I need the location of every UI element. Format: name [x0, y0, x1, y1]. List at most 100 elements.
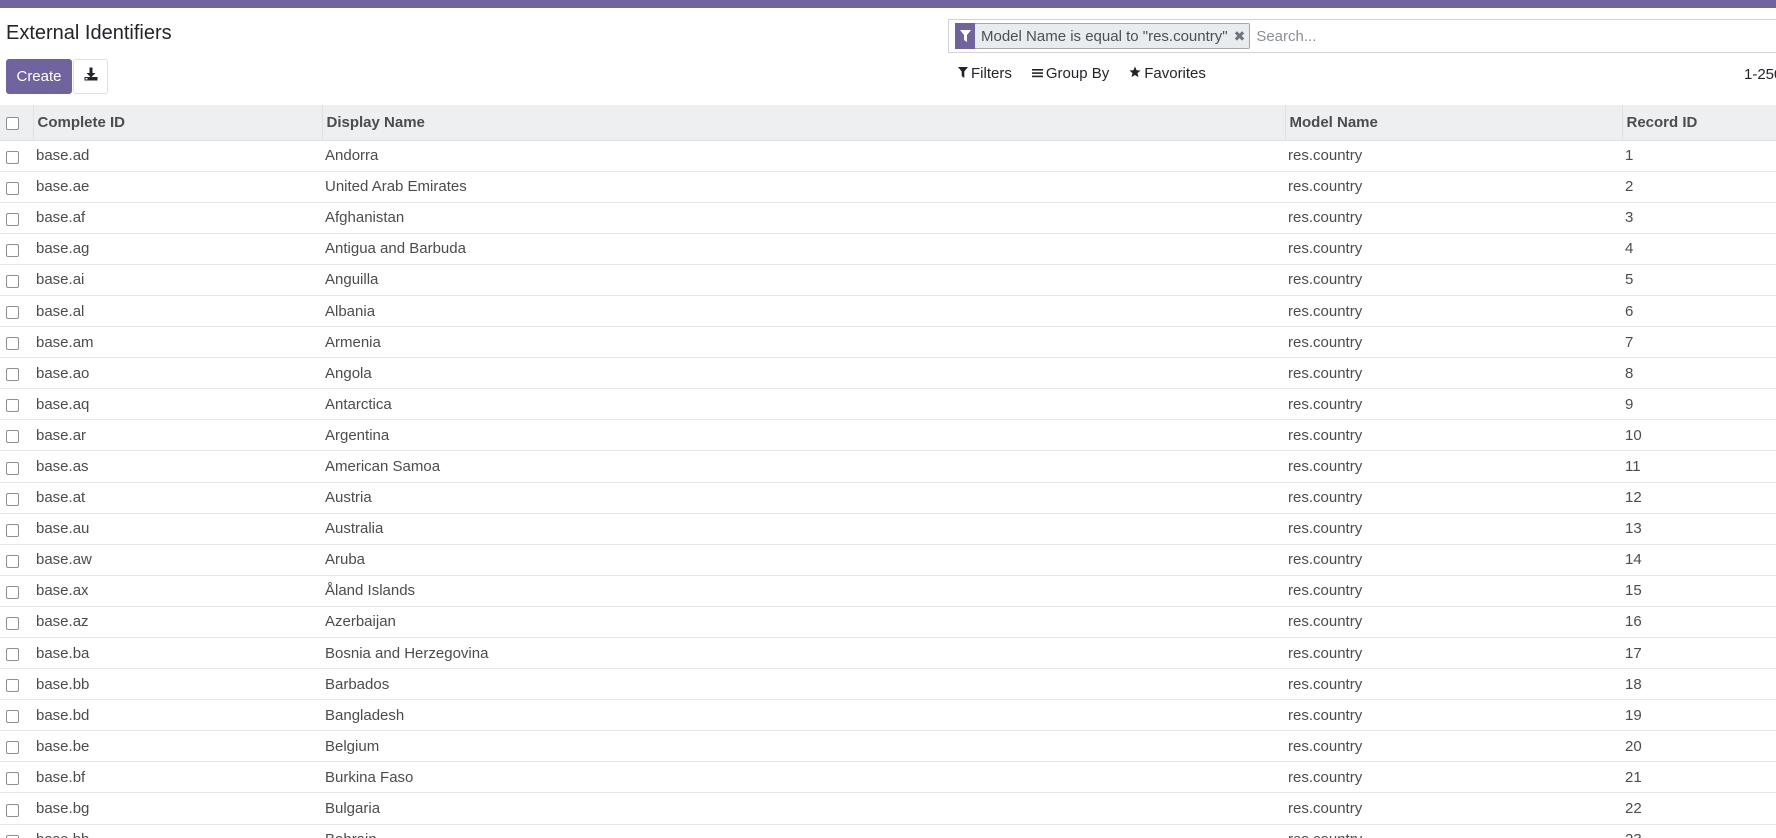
table-row[interactable]: base.bg Bulgaria res.country 22: [0, 793, 1776, 825]
cell-complete-id[interactable]: base.ar: [33, 420, 322, 451]
table-row[interactable]: base.at Austria res.country 12: [0, 482, 1776, 514]
cell-complete-id[interactable]: base.ax: [33, 575, 322, 606]
cell-display-name[interactable]: Belgium: [322, 731, 1285, 762]
cell-complete-id[interactable]: base.af: [33, 202, 322, 233]
cell-record-id[interactable]: 3: [1622, 202, 1776, 233]
cell-display-name[interactable]: United Arab Emirates: [322, 171, 1285, 202]
table-row[interactable]: base.ba Bosnia and Herzegovina res.country…: [0, 638, 1776, 669]
cell-record-id[interactable]: 7: [1622, 327, 1776, 358]
row-checkbox[interactable]: [6, 554, 19, 568]
row-checkbox[interactable]: [6, 181, 19, 195]
cell-complete-id[interactable]: base.aq: [33, 389, 322, 420]
select-all-checkbox[interactable]: [6, 117, 19, 131]
cell-display-name[interactable]: Burkina Faso: [322, 762, 1285, 793]
row-checkbox[interactable]: [6, 523, 19, 537]
search-facet[interactable]: Model Name is equal to "res.country" ✖: [955, 23, 1251, 49]
cell-complete-id[interactable]: base.as: [33, 451, 322, 482]
groupby-dropdown[interactable]: Group By: [1031, 65, 1109, 82]
cell-record-id[interactable]: 9: [1622, 389, 1776, 420]
table-row[interactable]: base.au Australia res.country 13: [0, 513, 1776, 545]
row-checkbox[interactable]: [6, 430, 19, 444]
export-button[interactable]: [73, 59, 108, 94]
cell-complete-id[interactable]: base.bg: [33, 793, 322, 824]
favorites-dropdown[interactable]: Favorites: [1129, 65, 1206, 82]
cell-record-id[interactable]: 12: [1622, 482, 1776, 513]
cell-record-id[interactable]: 1: [1622, 140, 1776, 171]
cell-model-name[interactable]: res.country: [1285, 731, 1622, 762]
cell-complete-id[interactable]: base.be: [33, 731, 322, 762]
cell-display-name[interactable]: Austria: [322, 482, 1285, 513]
row-checkbox[interactable]: [6, 461, 19, 475]
table-row[interactable]: base.bhBahrainres.country23: [0, 824, 1776, 838]
cell-model-name[interactable]: res.country: [1285, 638, 1622, 669]
cell-model-name[interactable]: res.country: [1285, 793, 1622, 824]
row-checkbox[interactable]: [6, 492, 19, 506]
cell-complete-id[interactable]: base.ba: [33, 638, 322, 669]
table-row[interactable]: base.bf Burkina Faso res.country 21: [0, 762, 1776, 793]
cell-record-id[interactable]: 17: [1622, 638, 1776, 669]
cell-model-name[interactable]: res.country: [1285, 420, 1622, 451]
table-row[interactable]: base.ad Andorra res.country 1: [0, 140, 1776, 172]
row-checkbox[interactable]: [6, 243, 19, 257]
cell-record-id[interactable]: 20: [1622, 731, 1776, 762]
cell-record-id[interactable]: 8: [1622, 358, 1776, 389]
cell-model-name[interactable]: res.country: [1285, 575, 1622, 606]
row-checkbox[interactable]: [6, 306, 19, 320]
cell-model-name[interactable]: res.country: [1285, 513, 1622, 544]
cell-display-name[interactable]: Albania: [322, 295, 1285, 326]
cell-record-id[interactable]: 14: [1622, 544, 1776, 575]
cell-display-name[interactable]: Aruba: [322, 544, 1285, 575]
table-row[interactable]: base.bd Bangladesh res.country 19: [0, 700, 1776, 731]
row-checkbox[interactable]: [6, 741, 19, 755]
table-row[interactable]: base.ar Argentina res.country 10: [0, 420, 1776, 451]
cell-display-name[interactable]: Angola: [322, 358, 1285, 389]
table-row[interactable]: base.az Azerbaijan res.country 16: [0, 606, 1776, 638]
cell-complete-id[interactable]: base.ai: [33, 264, 322, 295]
row-checkbox[interactable]: [6, 368, 19, 382]
table-row[interactable]: base.be Belgium res.country 20: [0, 731, 1776, 762]
search-input[interactable]: [1254, 26, 1755, 46]
cell-complete-id[interactable]: base.at: [33, 482, 322, 513]
cell-record-id[interactable]: 15: [1622, 575, 1776, 606]
cell-record-id[interactable]: 19: [1622, 700, 1776, 731]
cell-model-name[interactable]: res.country: [1285, 451, 1622, 482]
cell-display-name[interactable]: Antarctica: [322, 389, 1285, 420]
column-header-complete-id[interactable]: Complete ID: [32, 105, 322, 141]
cell-complete-id[interactable]: base.aw: [33, 544, 322, 575]
row-checkbox[interactable]: [6, 585, 19, 599]
facet-remove-icon[interactable]: ✖: [1232, 28, 1250, 45]
cell-record-id[interactable]: 11: [1622, 451, 1776, 482]
cell-complete-id[interactable]: base.ad: [33, 140, 322, 171]
cell-model-name[interactable]: res.country: [1285, 700, 1622, 731]
cell-display-name[interactable]: Armenia: [322, 327, 1285, 358]
cell-record-id[interactable]: 21: [1622, 762, 1776, 793]
filters-dropdown[interactable]: Filters: [958, 65, 1012, 82]
cell-model-name[interactable]: res.country: [1285, 233, 1622, 264]
table-row[interactable]: base.as American Samoa res.country 11: [0, 451, 1776, 483]
cell-display-name[interactable]: Australia: [322, 513, 1285, 544]
cell-complete-id[interactable]: base.bd: [33, 700, 322, 731]
table-row[interactable]: base.ao Angola res.country 8: [0, 358, 1776, 389]
table-row[interactable]: base.ax Åland Islands res.country 15: [0, 575, 1776, 607]
cell-complete-id[interactable]: base.az: [33, 606, 322, 637]
cell-record-id[interactable]: 2: [1622, 171, 1776, 202]
table-row[interactable]: base.ae United Arab Emirates res.country 2: [0, 171, 1776, 203]
search-bar[interactable]: Model Name is equal to "res.country" ✖: [948, 19, 1776, 53]
cell-model-name[interactable]: res.country: [1285, 762, 1622, 793]
cell-record-id[interactable]: 5: [1622, 264, 1776, 295]
column-header-display-name[interactable]: Display Name: [321, 105, 1285, 141]
cell-model-name[interactable]: res.country: [1285, 824, 1622, 838]
table-row[interactable]: base.ag Antigua and Barbuda res.country 4: [0, 233, 1776, 265]
cell-display-name[interactable]: Bulgaria: [322, 793, 1285, 824]
cell-display-name[interactable]: American Samoa: [322, 451, 1285, 482]
row-checkbox[interactable]: [6, 648, 19, 662]
row-checkbox[interactable]: [6, 274, 19, 288]
row-checkbox[interactable]: [6, 150, 19, 164]
row-checkbox[interactable]: [6, 399, 19, 413]
cell-record-id[interactable]: 16: [1622, 606, 1776, 637]
table-row[interactable]: base.am Armenia res.country 7: [0, 327, 1776, 358]
table-row[interactable]: base.aq Antarctica res.country 9: [0, 389, 1776, 420]
row-checkbox[interactable]: [6, 212, 19, 226]
cell-complete-id[interactable]: base.ao: [33, 358, 322, 389]
row-checkbox[interactable]: [6, 337, 19, 351]
